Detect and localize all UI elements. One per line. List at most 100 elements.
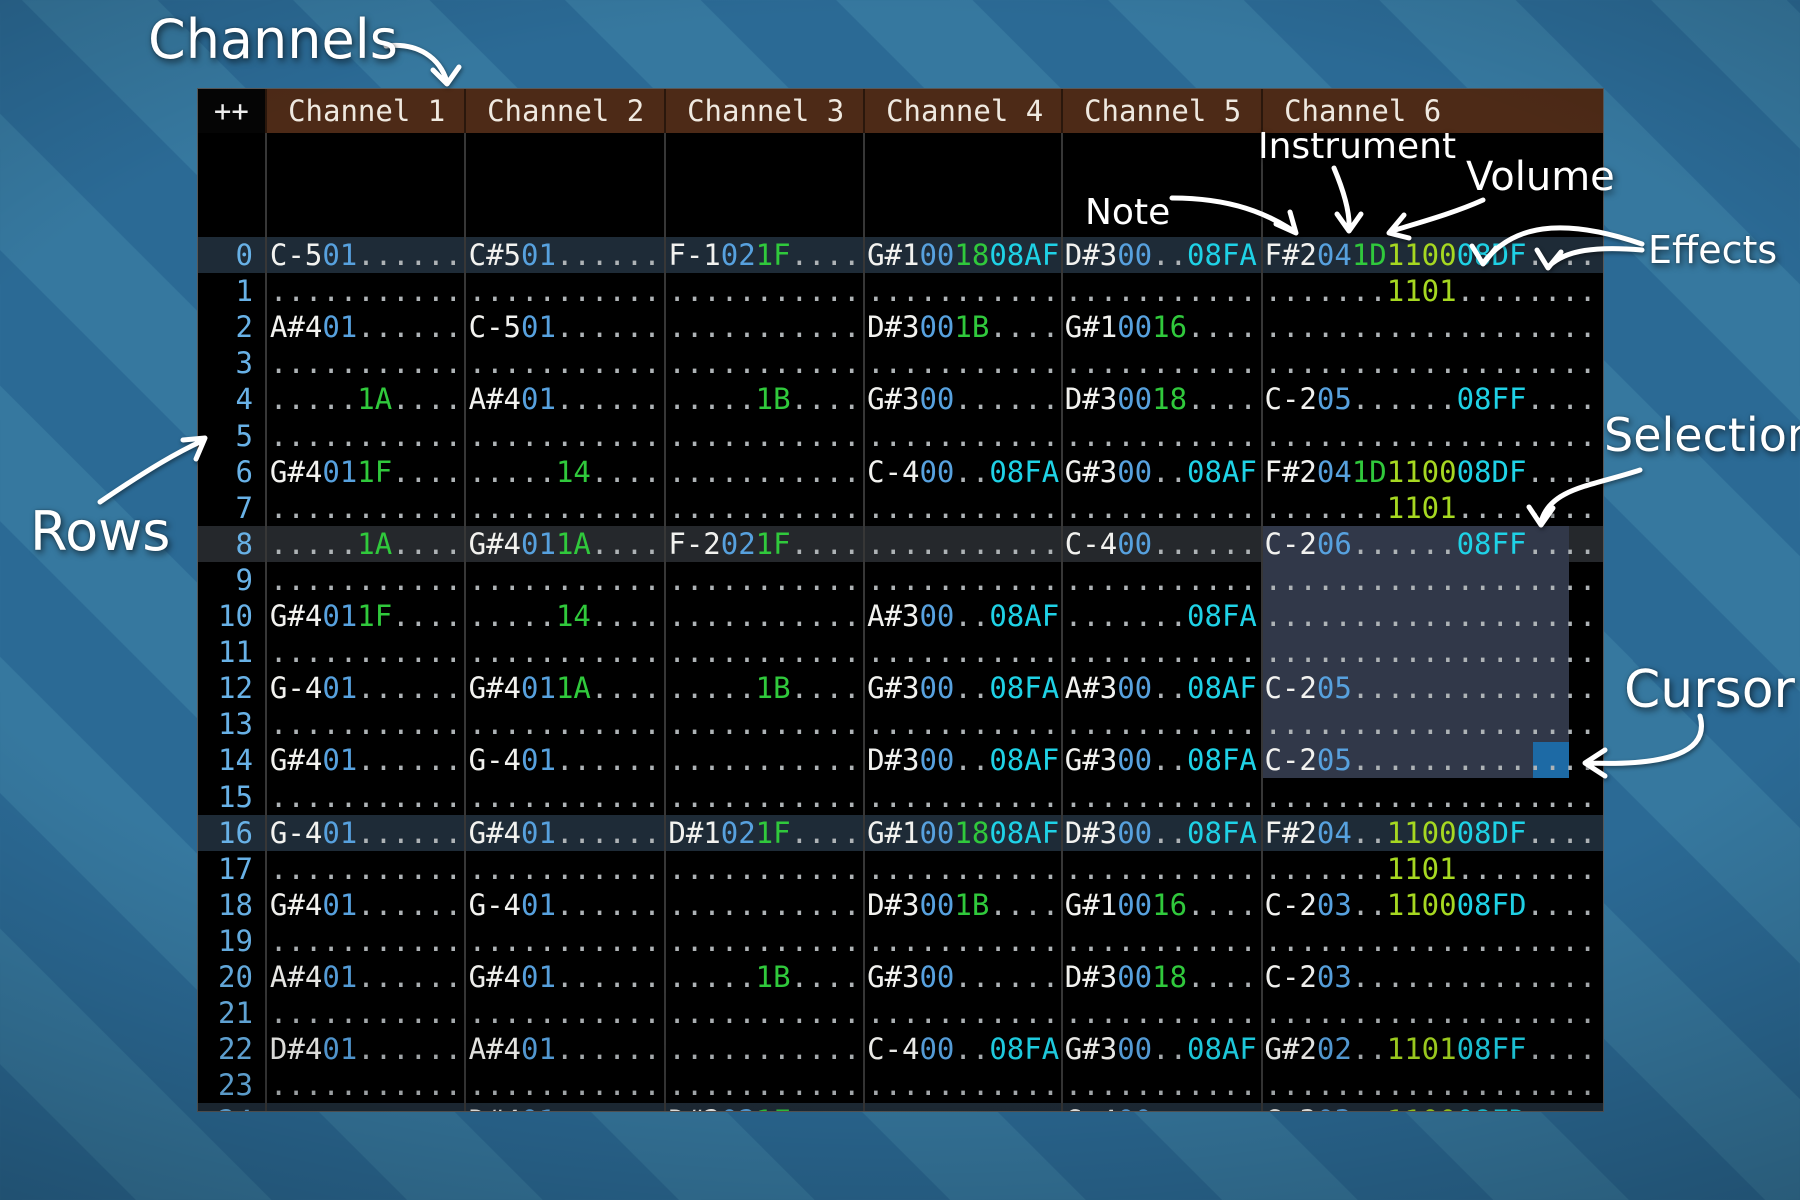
pattern-cell-ch1[interactable]: ........... [265,634,464,670]
pattern-cell-ch3[interactable]: ........... [663,706,862,742]
pattern-cell-ch2[interactable]: ........... [464,706,664,742]
pattern-cell-ch1[interactable]: ........... [265,1067,464,1103]
pattern-cell-ch2[interactable]: A#401...... [464,1031,664,1067]
pattern-cell-ch5[interactable]: A#300..08AF [1060,670,1260,706]
pattern-cell-ch4[interactable]: ........... [862,851,1060,887]
pattern-cell-ch2[interactable]: G#401...... [464,959,664,995]
pattern-cell-ch1[interactable]: ........... [265,779,464,815]
pattern-cell-ch5[interactable]: ........... [1060,995,1260,1031]
pattern-cell-ch4[interactable]: ........... [862,706,1060,742]
pattern-cell-ch2[interactable]: A#401...... [464,381,664,417]
channel-header-2[interactable]: Channel 2 [464,89,664,133]
pattern-cell-ch5[interactable]: .......08FA [1060,598,1260,634]
pattern-cell-ch6[interactable]: C-206......08FF.... [1260,526,1604,562]
pattern-cell-ch2[interactable]: ........... [464,923,664,959]
pattern-cell-ch1[interactable]: ........... [265,418,464,454]
pattern-cell-ch3[interactable]: ........... [663,598,862,634]
pattern-cell-ch6[interactable]: ................... [1260,562,1604,598]
pattern-cell-ch4[interactable]: G#300...... [862,381,1060,417]
pattern-cell-ch3[interactable]: .....1B.... [663,670,862,706]
pattern-cell-ch1[interactable]: ........... [265,923,464,959]
pattern-row-15[interactable]: 15......................................… [198,779,1603,815]
pattern-cell-ch3[interactable]: D#2021F.... [663,1103,862,1112]
pattern-cell-ch6[interactable]: F#2041D110008DF.... [1260,454,1604,490]
pattern-cell-ch1[interactable]: G-401...... [265,815,464,851]
pattern-cell-ch5[interactable]: ........... [1060,490,1260,526]
pattern-row-10[interactable]: 10G#4011F.........14...............A#300… [198,598,1603,634]
pattern-cell-ch2[interactable]: .....14.... [464,454,664,490]
pattern-cell-ch3[interactable]: ........... [663,454,862,490]
pattern-cell-ch1[interactable]: ........... [265,851,464,887]
pattern-cell-ch6[interactable]: ................... [1260,1067,1604,1103]
pattern-cell-ch5[interactable]: D#30018.... [1060,381,1260,417]
pattern-cell-ch5[interactable]: ........... [1060,779,1260,815]
pattern-row-6[interactable]: 6G#4011F.........14...............C-400.… [198,454,1603,490]
pattern-cell-ch5[interactable]: ........... [1060,634,1260,670]
pattern-cell-ch5[interactable]: ........... [1060,345,1260,381]
pattern-cell-ch4[interactable]: G#300...... [862,959,1060,995]
pattern-cell-ch6[interactable]: ................... [1260,779,1604,815]
pattern-cell-ch6[interactable]: .......1101........ [1260,851,1604,887]
pattern-cell-ch4[interactable]: ........... [862,1103,1060,1112]
pattern-cell-ch6[interactable]: C-205......08FF.... [1260,381,1604,417]
pattern-row-12[interactable]: 12G-401......G#4011A.........1B....G#300… [198,670,1603,706]
pattern-cell-ch5[interactable]: ........... [1060,562,1260,598]
pattern-cell-ch4[interactable]: D#3001B.... [862,887,1060,923]
pattern-cell-ch2[interactable]: C#501...... [464,237,664,273]
pattern-cell-ch6[interactable]: C-303..110008FD.... [1260,1103,1604,1112]
pattern-cell-ch1[interactable]: G#4011F.... [265,454,464,490]
pattern-cell-ch6[interactable]: C-203..110008FD.... [1260,887,1604,923]
pattern-cell-ch4[interactable]: ........... [862,779,1060,815]
pattern-cell-ch4[interactable]: ........... [862,526,1060,562]
pattern-row-4[interactable]: 4.....1A....A#401...........1B....G#300.… [198,381,1603,417]
pattern-cell-ch2[interactable]: G-401...... [464,742,664,778]
channel-header-1[interactable]: Channel 1 [265,89,464,133]
pattern-cell-ch2[interactable]: ........... [464,779,664,815]
pattern-cell-ch1[interactable]: ........... [265,562,464,598]
pattern-row-17[interactable]: 17......................................… [198,851,1603,887]
pattern-cell-ch3[interactable]: ........... [663,634,862,670]
pattern-cell-ch1[interactable]: G-401...... [265,670,464,706]
pattern-cell-ch1[interactable]: G#401...... [265,887,464,923]
pattern-row-5[interactable]: 5.......................................… [198,418,1603,454]
pattern-cell-ch3[interactable]: .....1B.... [663,381,862,417]
pattern-cell-ch3[interactable]: ........... [663,995,862,1031]
pattern-cell-ch3[interactable]: ........... [663,887,862,923]
pattern-cell-ch5[interactable]: ........... [1060,418,1260,454]
channel-header-5[interactable]: Channel 5 [1061,89,1261,133]
pattern-cell-ch4[interactable]: C-400..08FA [862,1031,1060,1067]
pattern-cell-ch6[interactable]: C-205.............. [1260,670,1604,706]
pattern-row-22[interactable]: 22D#401......A#401.................C-400… [198,1031,1603,1067]
pattern-cell-ch3[interactable]: ........... [663,273,862,309]
pattern-cell-ch4[interactable]: D#300..08AF [862,742,1060,778]
pattern-row-1[interactable]: 1.......................................… [198,273,1603,309]
pattern-row-13[interactable]: 13......................................… [198,706,1603,742]
pattern-cell-ch3[interactable]: ........... [663,418,862,454]
channel-header-4[interactable]: Channel 4 [863,89,1061,133]
pattern-cell-ch4[interactable]: ........... [862,1067,1060,1103]
pattern-cell-ch3[interactable]: ........... [663,923,862,959]
pattern-cell-ch2[interactable]: .....14.... [464,598,664,634]
pattern-cell-ch5[interactable]: ........... [1060,1067,1260,1103]
pattern-cell-ch3[interactable]: ........... [663,490,862,526]
pattern-cell-ch2[interactable]: ........... [464,562,664,598]
pattern-cell-ch4[interactable]: G#1001808AF [862,237,1060,273]
pattern-cell-ch5[interactable]: G#10016.... [1060,309,1260,345]
pattern-cell-ch2[interactable]: ........... [464,1067,664,1103]
pattern-row-24[interactable]: 24...........D#401......D#2021F.........… [198,1103,1603,1112]
pattern-row-16[interactable]: 16G-401......G#401......D#1021F....G#100… [198,815,1603,851]
pattern-row-7[interactable]: 7.......................................… [198,490,1603,526]
pattern-cell-ch1[interactable]: ........... [265,345,464,381]
pattern-cell-ch4[interactable]: ........... [862,923,1060,959]
pattern-cell-ch2[interactable]: ........... [464,851,664,887]
pattern-cell-ch4[interactable]: G#1001808AF [862,815,1060,851]
pattern-cell-ch6[interactable]: .......1101........ [1260,273,1604,309]
pattern-cell-ch3[interactable]: D#1021F.... [663,815,862,851]
pattern-cell-ch4[interactable]: D#3001B.... [862,309,1060,345]
pattern-cell-ch1[interactable]: ........... [265,490,464,526]
pattern-cell-ch6[interactable]: ................... [1260,995,1604,1031]
pattern-cell-ch5[interactable]: D#30018.... [1060,959,1260,995]
pattern-row-0[interactable]: 0C-501......C#501......F-1021F....G#1001… [198,237,1603,273]
pattern-cell-ch4[interactable]: ........... [862,995,1060,1031]
pattern-cell-ch2[interactable]: C-501...... [464,309,664,345]
